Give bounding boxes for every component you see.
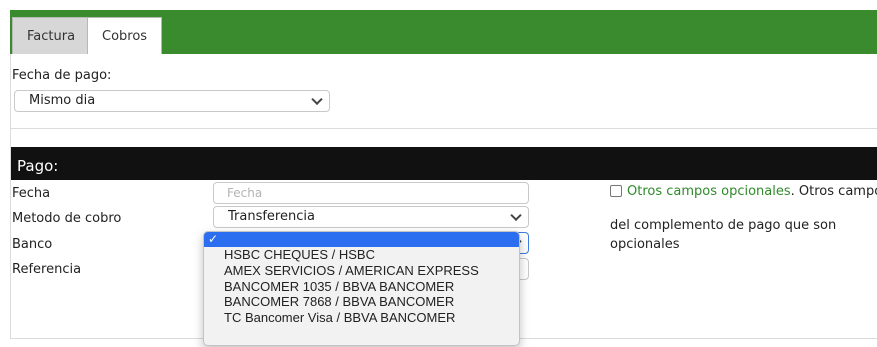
dropdown-option[interactable]: AMEX SERVICIOS / AMERICAN EXPRESS [204, 263, 519, 279]
optional-fields-text: . Otros campos [790, 184, 877, 199]
chevron-down-icon [311, 93, 323, 106]
otros-campos-checkbox[interactable] [610, 185, 622, 197]
tab-factura[interactable]: Factura [12, 17, 91, 54]
banco-label: Banco [12, 237, 53, 252]
metodo-de-cobro-select[interactable]: Transferencia [213, 206, 529, 228]
optional-fields-line3: opcionales [610, 237, 680, 252]
section-divider [11, 128, 877, 129]
checkmark-icon: ✓ [208, 232, 219, 246]
otros-campos-link[interactable]: Otros campos opcionales [627, 184, 791, 199]
metodo-de-cobro-value: Transferencia [228, 209, 315, 224]
fecha-label: Fecha [12, 186, 51, 201]
optional-fields-line2: del complemento de pago que son [610, 218, 837, 233]
fecha-de-pago-select[interactable]: Mismo dia [14, 90, 330, 112]
pago-title: Pago: [17, 157, 59, 175]
dropdown-option[interactable]: BANCOMER 7868 / BBVA BANCOMER [204, 294, 519, 310]
pago-section-header: Pago: [11, 147, 877, 180]
tab-cobros[interactable]: Cobros [87, 17, 163, 54]
referencia-label: Referencia [12, 262, 82, 277]
chevron-down-icon [510, 209, 522, 222]
banco-dropdown-menu: ✓ HSBC CHEQUES / HSBC AMEX SERVICIOS / A… [203, 231, 520, 346]
dropdown-option[interactable]: BANCOMER 1035 / BBVA BANCOMER [204, 279, 519, 295]
fecha-input[interactable] [213, 182, 529, 204]
fecha-de-pago-value: Mismo dia [29, 93, 96, 108]
dropdown-selected-option[interactable]: ✓ [204, 232, 519, 247]
dropdown-option[interactable]: TC Bancomer Visa / BBVA BANCOMER [204, 310, 519, 326]
fecha-de-pago-label: Fecha de pago: [12, 68, 112, 83]
optional-fields-line1: Otros campos opcionales. Otros campos [627, 184, 877, 199]
dropdown-option[interactable]: HSBC CHEQUES / HSBC [204, 247, 519, 263]
metodo-de-cobro-label: Metodo de cobro [12, 211, 122, 226]
